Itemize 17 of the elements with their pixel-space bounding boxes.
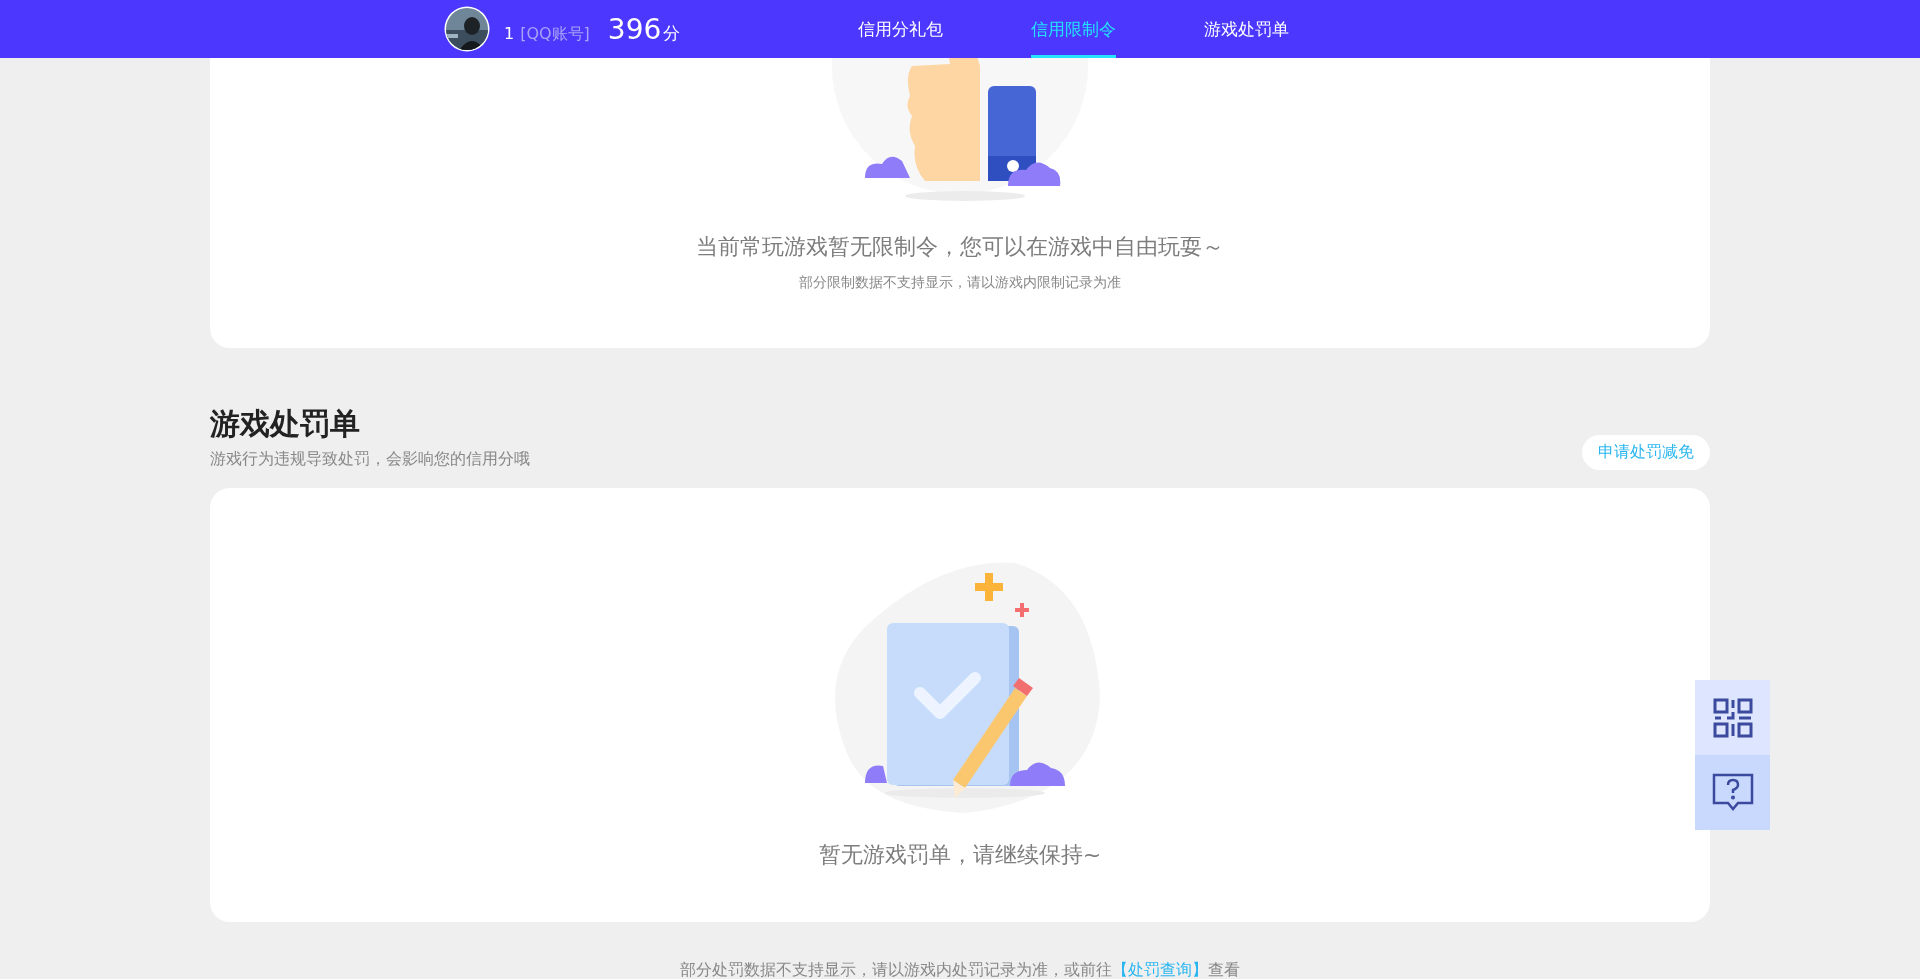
apply-reduction-button[interactable]: 申请处罚减免 — [1582, 435, 1710, 470]
nav-tab[interactable]: 信用分礼包 — [858, 0, 943, 58]
section-subtitle: 游戏行为违规导致处罚，会影响您的信用分哦 — [210, 449, 530, 470]
empty-message: 暂无游戏罚单，请继续保持~ — [818, 841, 1102, 869]
nav-tab[interactable]: 游戏处罚单 — [1204, 0, 1289, 58]
help-button[interactable] — [1695, 755, 1770, 830]
credit-score: 396 — [607, 12, 662, 46]
account-type: [QQ账号] — [520, 23, 590, 45]
qr-code-button[interactable] — [1695, 680, 1770, 755]
penalty-note: 部分处罚数据不支持显示，请以游戏内处罚记录为准，或前往【处罚查询】查看 — [679, 960, 1241, 979]
empty-message: 当前常玩游戏暂无限制令，您可以在游戏中自由玩耍～ — [696, 233, 1224, 261]
score-unit: 分 — [663, 21, 681, 45]
user-id: 1 — [504, 23, 515, 43]
restriction-note: 部分限制数据不支持显示，请以游戏内限制记录为准 — [799, 274, 1121, 292]
section-title: 游戏处罚单 — [210, 405, 361, 443]
help-icon — [1711, 772, 1754, 813]
qr-code-icon — [1712, 697, 1753, 738]
